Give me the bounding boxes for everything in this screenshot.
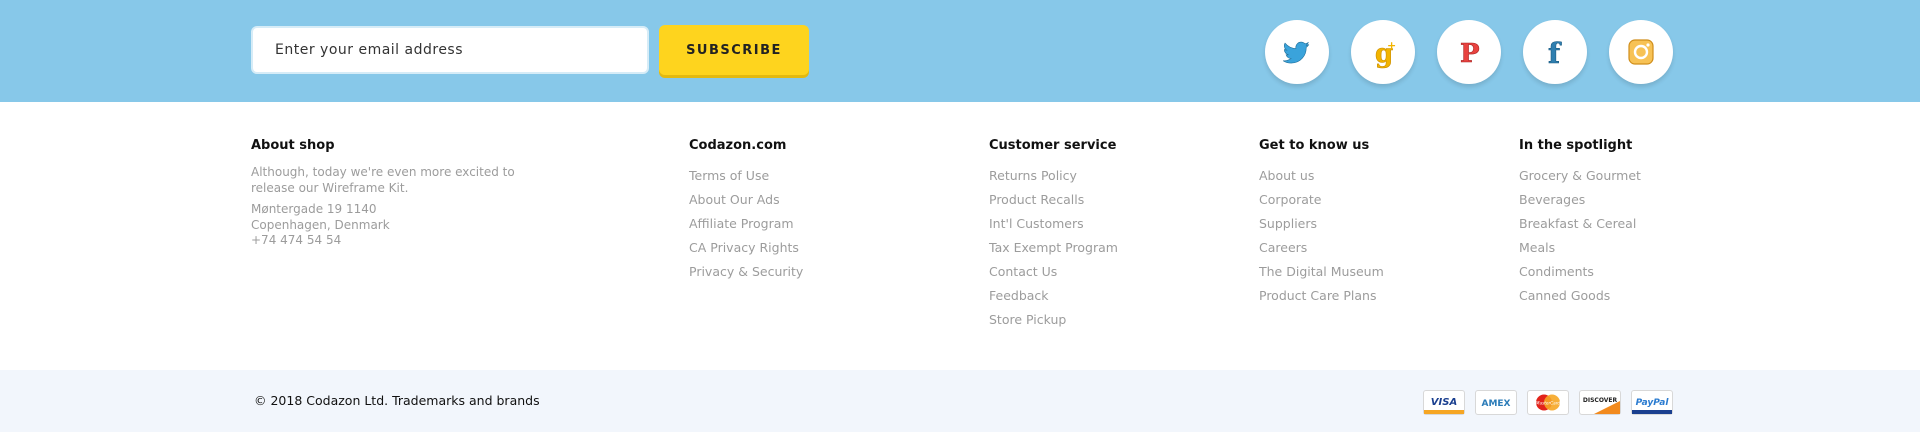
footer-link[interactable]: Suppliers — [1259, 212, 1384, 236]
footer-column-get-to-know-us: Get to know us About us Corporate Suppli… — [1259, 138, 1384, 308]
copyright-text: © 2018 Codazon Ltd. Trademarks and brand… — [254, 393, 540, 408]
footer-link[interactable]: Breakfast & Cereal — [1519, 212, 1641, 236]
footer-link[interactable]: Careers — [1259, 236, 1384, 260]
svg-text:f: f — [1548, 37, 1562, 69]
svg-text:P: P — [1460, 39, 1480, 69]
footer-link[interactable]: Returns Policy — [989, 164, 1118, 188]
footer-link[interactable]: Meals — [1519, 236, 1641, 260]
footer-link[interactable]: Grocery & Gourmet — [1519, 164, 1641, 188]
footer-link[interactable]: Corporate — [1259, 188, 1384, 212]
footer-link[interactable]: Tax Exempt Program — [989, 236, 1118, 260]
visa-badge: VISA — [1423, 390, 1465, 415]
twitter-icon — [1282, 41, 1310, 64]
google-plus-button[interactable]: g + — [1351, 20, 1415, 84]
footer-link[interactable]: Contact Us — [989, 260, 1118, 284]
footer-link[interactable]: Terms of Use — [689, 164, 803, 188]
phone-number: +74 474 54 54 — [251, 233, 342, 247]
facebook-button[interactable]: f — [1523, 20, 1587, 84]
email-input[interactable] — [251, 26, 649, 74]
svg-text:PayPal: PayPal — [1636, 398, 1670, 408]
pinterest-icon: P — [1460, 39, 1480, 69]
google-plus-icon: g + — [1375, 39, 1397, 69]
column-title: Get to know us — [1259, 138, 1370, 153]
column-title: Codazon.com — [689, 138, 787, 153]
footer-link[interactable]: Beverages — [1519, 188, 1641, 212]
subscribe-button[interactable]: SUBSCRIBE — [659, 25, 809, 75]
svg-text:AMEX: AMEX — [1481, 399, 1510, 409]
pinterest-button[interactable]: P — [1437, 20, 1501, 84]
footer-column-in-the-spotlight: In the spotlight Grocery & Gourmet Bever… — [1519, 138, 1641, 308]
visa-icon: VISA — [1424, 397, 1464, 414]
mastercard-icon: MasterCard — [1536, 394, 1561, 411]
footer-link[interactable]: Int'l Customers — [989, 212, 1118, 236]
mastercard-badge: MasterCard — [1527, 390, 1569, 415]
footer-link[interactable]: About us — [1259, 164, 1384, 188]
paypal-icon: PayPal — [1632, 398, 1672, 414]
address-line2: Copenhagen, Denmark — [251, 217, 390, 232]
about-shop-title: About shop — [251, 138, 335, 153]
footer-column-customer-service: Customer service Returns Policy Product … — [989, 138, 1118, 332]
column-title: In the spotlight — [1519, 138, 1633, 153]
svg-text:MasterCard: MasterCard — [1536, 401, 1561, 406]
footer-link[interactable]: Product Recalls — [989, 188, 1118, 212]
discover-icon: DISCOVER — [1583, 397, 1620, 414]
footer-column-codazon: Codazon.com Terms of Use About Our Ads A… — [689, 138, 803, 284]
svg-text:+: + — [1387, 39, 1396, 52]
twitter-button[interactable] — [1265, 20, 1329, 84]
svg-text:DISCOVER: DISCOVER — [1583, 397, 1618, 404]
paypal-badge: PayPal — [1631, 390, 1673, 415]
footer-link[interactable]: Canned Goods — [1519, 284, 1641, 308]
footer-link[interactable]: The Digital Museum — [1259, 260, 1384, 284]
instagram-button[interactable] — [1609, 20, 1673, 84]
facebook-icon: f — [1548, 37, 1563, 69]
address-line1: Møntergade 19 1140 — [251, 202, 377, 216]
footer-link[interactable]: About Our Ads — [689, 188, 803, 212]
amex-icon: AMEX — [1481, 399, 1510, 409]
footer-link[interactable]: Product Care Plans — [1259, 284, 1384, 308]
amex-badge: AMEX — [1475, 390, 1517, 415]
about-shop-text: Although, today we're even more excited … — [251, 165, 515, 195]
footer-link[interactable]: Feedback — [989, 284, 1118, 308]
footer-link[interactable]: CA Privacy Rights — [689, 236, 803, 260]
instagram-icon — [1628, 39, 1654, 65]
footer-link[interactable]: Privacy & Security — [689, 260, 803, 284]
svg-text:VISA: VISA — [1431, 397, 1457, 408]
about-shop-column: About shop Although, today we're even mo… — [251, 138, 551, 249]
footer-link[interactable]: Affiliate Program — [689, 212, 803, 236]
footer-link[interactable]: Condiments — [1519, 260, 1641, 284]
column-title: Customer service — [989, 138, 1117, 153]
discover-badge: DISCOVER — [1579, 390, 1621, 415]
footer-link[interactable]: Store Pickup — [989, 308, 1118, 332]
address: Møntergade 19 1140 Copenhagen, Denmark +… — [251, 202, 551, 249]
